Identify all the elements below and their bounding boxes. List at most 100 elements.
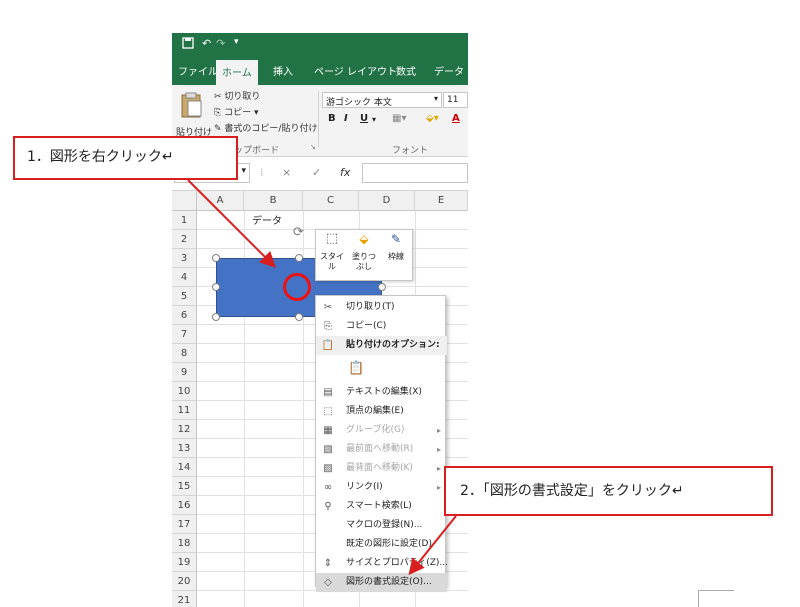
context-menu-item[interactable]: ⇕ サイズとプロパティ(Z)... [316,554,448,573]
tab-file[interactable]: ファイル [178,63,218,78]
dialog-launcher-icon[interactable]: ↘ [310,143,316,151]
context-menu-item[interactable]: ⬚ 頂点の編集(E) [316,402,447,421]
tab-home[interactable]: ホーム [216,60,258,85]
row-header[interactable]: 12 [172,420,197,439]
context-menu-item[interactable]: 📋 [316,355,447,383]
resize-handle[interactable] [212,254,220,262]
row-header[interactable]: 8 [172,344,197,363]
shape-fill-button[interactable]: ⬙ 塗りつぶし [350,233,378,272]
row-header[interactable]: 13 [172,439,197,458]
shape-style-button[interactable]: ⬚ スタイル [318,231,346,272]
tab-data[interactable]: データ [434,63,464,78]
fill-color-icon[interactable]: ⬙▾ [426,113,439,124]
row-header[interactable]: 2 [172,230,197,249]
shape-outline-button[interactable]: ✎ 枠線 [382,233,410,262]
quick-access-toolbar: ↶ ↷ ▾ [172,33,468,57]
context-menu-item[interactable]: ⚲ スマート検索(L) [316,497,447,516]
context-menu-item[interactable]: ✂ 切り取り(T) [316,298,447,317]
copy-icon: ⎘ [214,108,225,118]
context-menu-header: 📋 貼り付けのオプション: [316,336,447,355]
resize-handle[interactable] [212,283,220,291]
copy-button[interactable]: ⎘ コピー ▾ [214,105,258,118]
row-header[interactable]: 6 [172,306,197,325]
enter-icon[interactable]: ✓ [312,166,321,179]
format-painter-button[interactable]: ✎ 書式のコピー/貼り付け [214,121,317,134]
column-header-c[interactable]: C [303,191,359,211]
paste-icon[interactable] [180,91,204,119]
submenu-arrow-icon: ▸ [436,426,441,435]
font-size-select[interactable]: 11 [443,92,468,108]
chevron-down-icon[interactable]: ▾ [372,115,376,124]
rotation-handle-icon[interactable]: ⟳ [293,225,304,240]
row-header[interactable]: 15 [172,477,197,496]
row-header[interactable]: 16 [172,496,197,515]
context-menu-item[interactable]: マクロの登録(N)... [316,516,447,535]
context-menu-item[interactable]: ▧ 最前面へ移動(R) ▸ [316,440,447,459]
cell-b1[interactable]: データ [252,212,282,227]
cancel-icon[interactable]: × [282,166,291,179]
row-header[interactable]: 19 [172,553,197,572]
save-icon[interactable] [182,37,194,52]
submenu-arrow-icon: ▸ [436,464,441,473]
row-header[interactable]: 21 [172,591,197,607]
row-header[interactable]: 20 [172,572,197,591]
click-point-marker [283,273,311,301]
scissors-icon: ✂ [323,302,333,313]
redo-icon[interactable]: ↷ [216,37,225,50]
font-name-select[interactable]: 游ゴシック 本文 ▾ [322,92,442,108]
context-menu-item[interactable]: ◇ 図形の書式設定(O)... [316,573,447,592]
context-menu-item[interactable]: ▨ 最背面へ移動(K) ▸ [316,459,447,478]
context-menu-item[interactable]: 既定の図形に設定(D) [316,535,447,554]
context-menu-item[interactable]: ∞ リンク(I) ▸ [316,478,447,497]
tab-insert[interactable]: 挿入 [273,63,293,78]
chevron-down-icon: ▾ [241,166,246,176]
undo-icon[interactable]: ↶ [202,37,211,50]
column-header-d[interactable]: D [359,191,415,211]
context-menu: ✂ 切り取り(T) ⎘ コピー(C) 📋 貼り付けのオプション: 📋 ▤ テキストの編集(X) ⬚… [315,295,448,592]
column-header-b[interactable]: B [244,191,303,211]
row-header[interactable]: 5 [172,287,197,306]
border-icon[interactable]: ▦▾ [392,113,406,124]
resize-handle[interactable] [378,283,386,291]
row-header[interactable]: 4 [172,268,197,287]
bold-button[interactable]: B [328,113,336,124]
row-header[interactable]: 9 [172,363,197,382]
submenu-arrow-icon: ▸ [436,483,441,492]
scissors-icon: ✂ [214,92,225,102]
select-all-corner[interactable] [172,191,197,211]
column-header-e[interactable]: E [415,191,468,211]
bring-front-icon: ▧ [323,444,333,455]
customize-qat-icon[interactable]: ▾ [234,37,239,47]
style-icon: ⬚ [325,231,339,246]
resize-handle[interactable] [212,313,220,321]
row-header[interactable]: 14 [172,458,197,477]
column-header-a[interactable]: A [197,191,244,211]
row-header[interactable]: 17 [172,515,197,534]
context-menu-label: 頂点の編集(E) [346,406,404,416]
context-menu-item[interactable]: ⎘ コピー(C) [316,317,447,336]
cut-button[interactable]: ✂ 切り取り [214,89,260,102]
formula-input[interactable] [362,163,468,183]
row-header[interactable]: 1 [172,211,197,230]
context-menu-label: マクロの登録(N)... [346,520,423,530]
callout-step-1: 1．図形を右クリック↵ [13,136,238,180]
submenu-arrow-icon: ▸ [436,445,441,454]
row-header[interactable]: 18 [172,534,197,553]
separator-dots: ⁞ [260,166,264,179]
row-header[interactable]: 11 [172,401,197,420]
row-header[interactable]: 10 [172,382,197,401]
font-color-icon[interactable]: A [452,113,460,124]
resize-handle[interactable] [295,313,303,321]
underline-button[interactable]: U [360,113,368,124]
tab-page-layout[interactable]: ページ レイアウト [314,63,397,78]
context-menu-label: 図形の書式設定(O)... [346,577,432,587]
context-menu-item[interactable]: ▤ テキストの編集(X) [316,383,447,402]
italic-button[interactable]: I [344,113,348,124]
chevron-down-icon: ▾ [433,94,438,103]
insert-function-icon[interactable]: fx [340,166,350,179]
context-menu-item[interactable]: ▦ グループ化(G) ▸ [316,421,447,440]
tab-formulas[interactable]: 数式 [396,63,416,78]
resize-handle[interactable] [295,254,303,262]
row-header[interactable]: 3 [172,249,197,268]
row-header[interactable]: 7 [172,325,197,344]
